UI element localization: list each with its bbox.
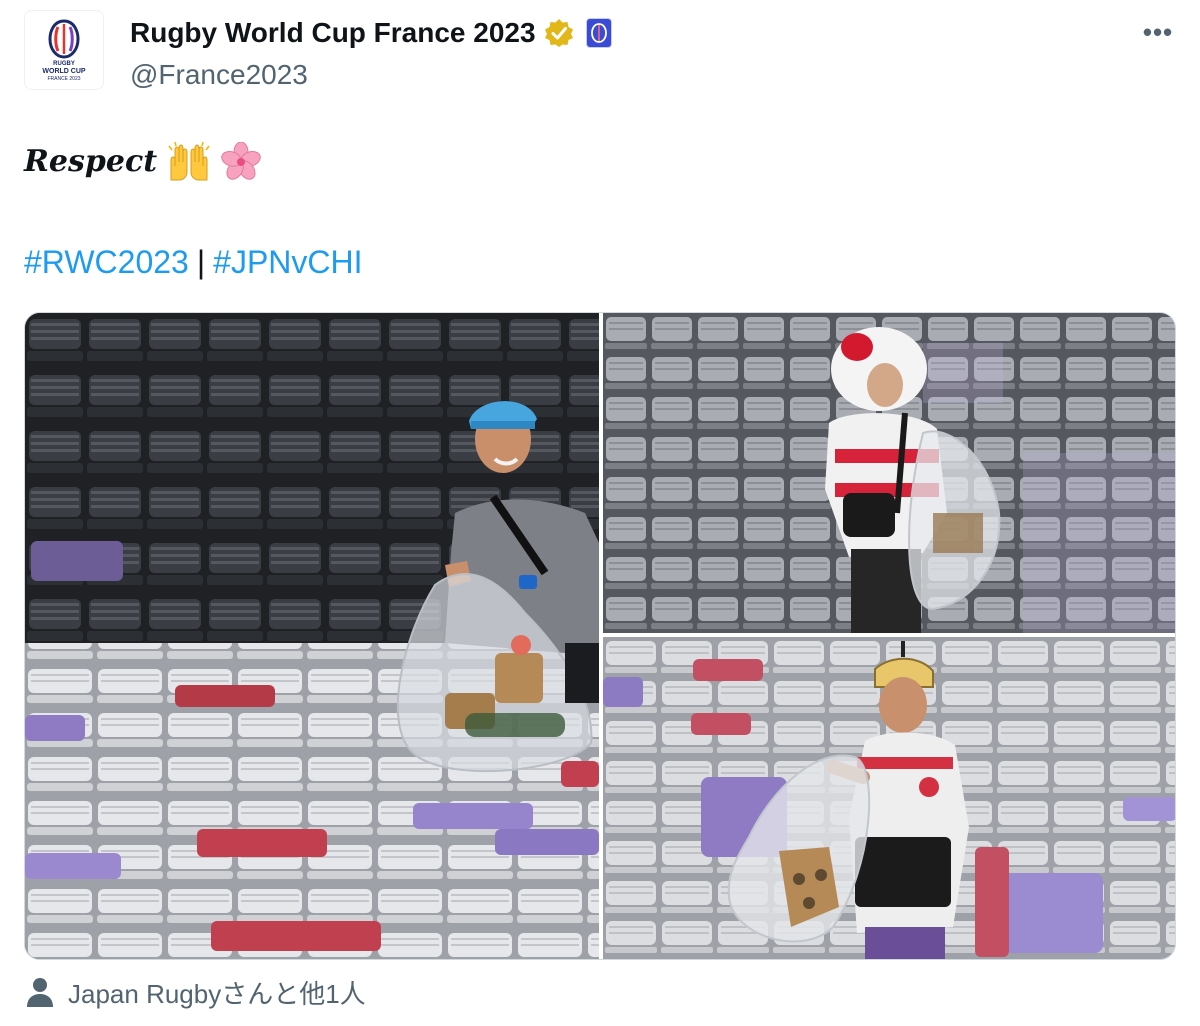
tagged-users-link[interactable]: Japan Rugbyさんと他1人 [26,972,366,1012]
rugby-world-cup-logo-icon [48,18,80,59]
more-options-button[interactable]: ••• [1136,14,1180,50]
stadium-photo-image [603,313,1175,633]
avatar-logo-text: WORLD CUP [42,67,86,75]
tweet: RUGBY WORLD CUP FRANCE 2023 Rugby World … [0,0,1200,1026]
hashtag-jpnvchi-link[interactable]: #JPNvCHI [213,244,362,280]
rugby-world-cup-mini-logo-icon [590,23,607,43]
stadium-photo-image [603,637,1175,959]
display-name-row[interactable]: Rugby World Cup France 2023 [130,16,612,50]
display-name[interactable]: Rugby World Cup France 2023 [130,16,536,50]
avatar-logo-text: FRANCE 2023 [47,75,81,82]
person-icon [27,978,53,1007]
tweet-text: Respect [24,140,261,184]
verified-badge-icon [544,19,573,47]
cherry-blossom-emoji-icon [221,142,261,180]
affiliate-badge-icon[interactable] [585,18,612,48]
account-handle[interactable]: @France2023 [130,58,308,92]
raising-hands-emoji-icon [168,142,210,181]
photo-fan-red-white-wig[interactable] [603,313,1175,633]
stadium-photo-image [25,313,599,959]
profile-avatar[interactable]: RUGBY WORLD CUP FRANCE 2023 [24,10,104,90]
hashtag-line: #RWC2023 | #JPNvCHI [24,240,363,284]
avatar-logo-text: RUGBY [53,60,75,67]
media-grid [24,312,1176,960]
tagged-users-text: Japan Rugbyさんと他1人 [68,978,366,1009]
tweet-text-body: Respect [24,144,158,179]
hashtag-separator: | [196,244,206,280]
photo-fan-samurai-helmet[interactable] [603,637,1175,959]
hashtag-rwc2023-link[interactable]: #RWC2023 [24,244,189,280]
photo-fan-blue-cap[interactable] [25,313,599,959]
